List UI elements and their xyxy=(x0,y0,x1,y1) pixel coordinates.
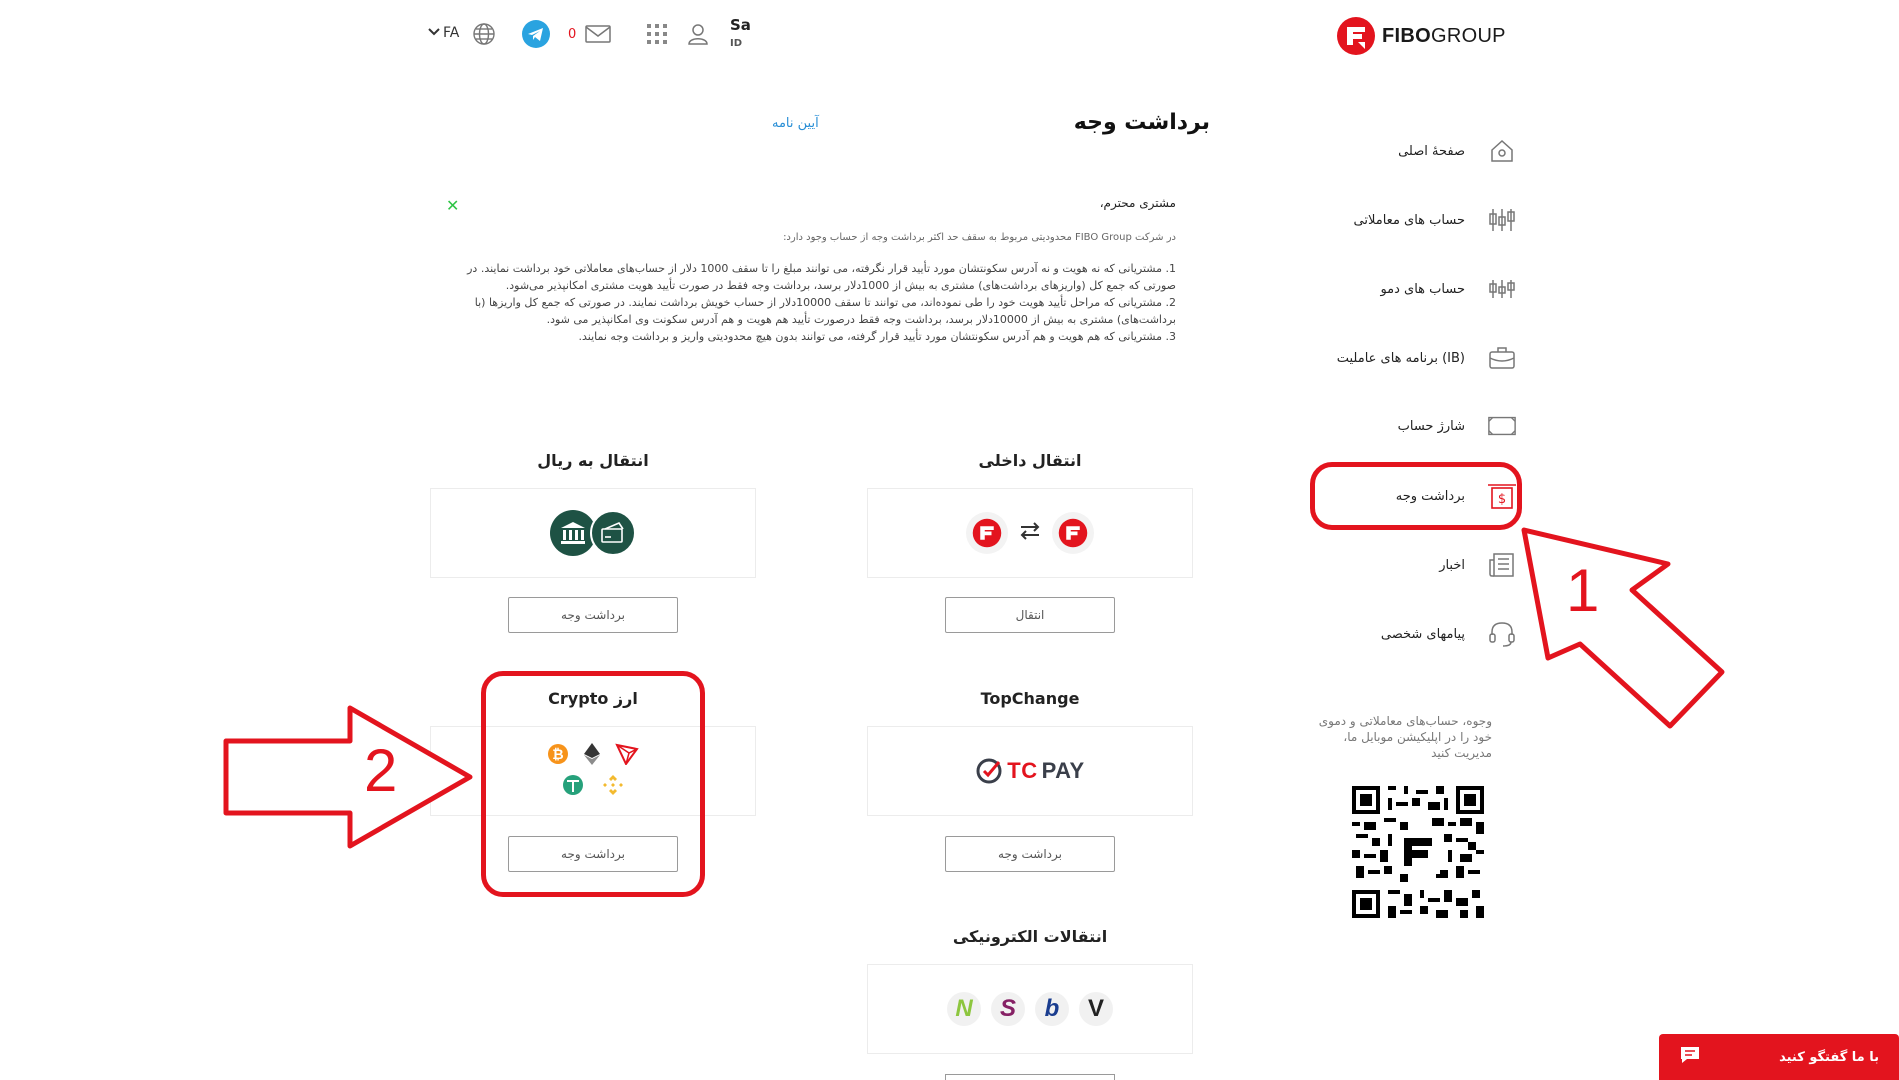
headset-icon xyxy=(1487,619,1517,649)
withdrawal-notice: مشتری محترم، در شرکت FIBO Group محدودیتی… xyxy=(440,195,1176,345)
section-title-internal-transfer: انتقال داخلی xyxy=(978,451,1082,470)
language-label: FA xyxy=(443,25,460,41)
section-title-rial-transfer: انتقال به ریال xyxy=(537,451,649,470)
home-icon xyxy=(1487,136,1517,166)
chat-bubble-icon xyxy=(1679,1045,1701,1069)
topchange-withdraw-button[interactable]: برداشت وجه xyxy=(945,836,1115,872)
annotation-arrow-1 xyxy=(1521,527,1725,729)
rial-transfer-card[interactable] xyxy=(430,488,756,578)
bitwallet-icon: b xyxy=(1035,992,1069,1026)
news-icon xyxy=(1487,550,1517,580)
sidebar-item-label: حساب های معاملاتی xyxy=(1353,212,1465,228)
highlight-box-crypto xyxy=(481,671,705,897)
user-name[interactable]: Sa xyxy=(730,16,751,34)
notice-item: 1. مشتریانی که نه هویت و نه آدرس سکونتشا… xyxy=(467,262,1176,292)
notice-intro: در شرکت FIBO Group محدودیتی مربوط به سقف… xyxy=(783,232,1176,243)
user-id: ID xyxy=(730,38,743,49)
internal-transfer-card[interactable] xyxy=(867,488,1193,578)
sidebar-item-personal-messages[interactable]: پیامهای شخصی xyxy=(1277,614,1517,654)
section-title-electronic-transfers: انتقالات الکترونیکی xyxy=(952,927,1108,946)
electronic-withdraw-button[interactable] xyxy=(945,1074,1115,1080)
sidebar-item-trading-accounts[interactable]: حساب های معاملاتی xyxy=(1277,200,1517,240)
highlight-box-withdrawal xyxy=(1310,462,1522,530)
globe-icon[interactable] xyxy=(470,20,498,48)
sidebar-item-news[interactable]: اخبار xyxy=(1277,545,1517,585)
chat-label: با ما گفتگو کنید xyxy=(1779,1049,1879,1065)
swap-arrows-icon xyxy=(1018,520,1042,546)
mail-icon[interactable] xyxy=(584,20,612,48)
deposit-icon xyxy=(1487,411,1517,441)
sidebar-item-label: حساب های دمو xyxy=(1380,281,1465,297)
fibo-logo-icon xyxy=(1052,512,1094,554)
mobile-app-text: وجوه، حساب‌های معاملاتی و دموی خود را در… xyxy=(1318,714,1492,760)
sidebar-item-label: پیامهای شخصی xyxy=(1380,626,1465,642)
language-selector[interactable]: FA xyxy=(428,25,459,41)
annotation-number-2: 2 xyxy=(364,737,398,804)
sidebar-item-label: برنامه های عاملیت (IB) xyxy=(1336,350,1465,366)
briefcase-icon xyxy=(1487,343,1517,373)
electronic-transfers-card[interactable]: N S b V xyxy=(867,964,1193,1054)
notice-item: 2. مشتریانی که مراحل تأیید هویت خود را ط… xyxy=(474,296,1176,326)
volet-icon: V xyxy=(1079,992,1113,1026)
fibo-logo-icon xyxy=(966,512,1008,554)
fibogroup-logo[interactable]: FIBOGROUP xyxy=(1336,16,1506,56)
fibo-logo-icon xyxy=(1337,17,1375,55)
rules-link[interactable]: آیین نامه xyxy=(772,116,819,131)
user-icon[interactable] xyxy=(684,20,712,48)
sidebar-item-demo-accounts[interactable]: حساب های دمو xyxy=(1277,269,1517,309)
brand-name: FIBOGROUP xyxy=(1382,24,1506,47)
neteller-icon: N xyxy=(947,992,981,1026)
rial-withdraw-button[interactable]: برداشت وجه xyxy=(508,597,678,633)
sidebar-item-deposit[interactable]: شارژ حساب xyxy=(1277,406,1517,446)
demo-candlestick-icon xyxy=(1487,274,1517,304)
notice-item: 3. مشتریانی که هم هویت و هم آدرس سکونتشا… xyxy=(578,330,1176,343)
apps-grid-icon[interactable] xyxy=(643,20,671,48)
section-title-topchange: TopChange xyxy=(980,689,1080,708)
message-count: 0 xyxy=(568,27,577,42)
candlestick-icon xyxy=(1487,205,1517,235)
sidebar-item-label: اخبار xyxy=(1439,557,1465,573)
sidebar-item-home[interactable]: صفحهٔ اصلی xyxy=(1277,131,1517,171)
notice-list: 1. مشتریانی که نه هویت و نه آدرس سکونتشا… xyxy=(440,260,1176,345)
sidebar-item-label: صفحهٔ اصلی xyxy=(1398,143,1465,159)
sidebar-item-label: شارژ حساب xyxy=(1397,418,1465,434)
skrill-icon: S xyxy=(991,992,1025,1026)
page-title: برداشت وجه xyxy=(1073,110,1210,135)
card-transfer-icon xyxy=(590,510,636,556)
sidebar-item-ib-programs[interactable]: برنامه های عاملیت (IB) xyxy=(1277,338,1517,378)
annotation-arrow-2 xyxy=(223,705,473,849)
app-qr-code xyxy=(1352,786,1484,918)
live-chat-button[interactable]: با ما گفتگو کنید xyxy=(1659,1034,1899,1080)
tcpay-logo: TC PAY xyxy=(975,757,1084,785)
annotation-number-1: 1 xyxy=(1566,557,1600,624)
tcpay-check-icon xyxy=(976,758,1002,784)
notice-greeting: مشتری محترم، xyxy=(1099,196,1176,210)
chevron-down-icon xyxy=(428,25,440,41)
telegram-icon[interactable] xyxy=(522,20,550,48)
internal-transfer-button[interactable]: انتقال xyxy=(945,597,1115,633)
topchange-card[interactable]: TC PAY xyxy=(867,726,1193,816)
